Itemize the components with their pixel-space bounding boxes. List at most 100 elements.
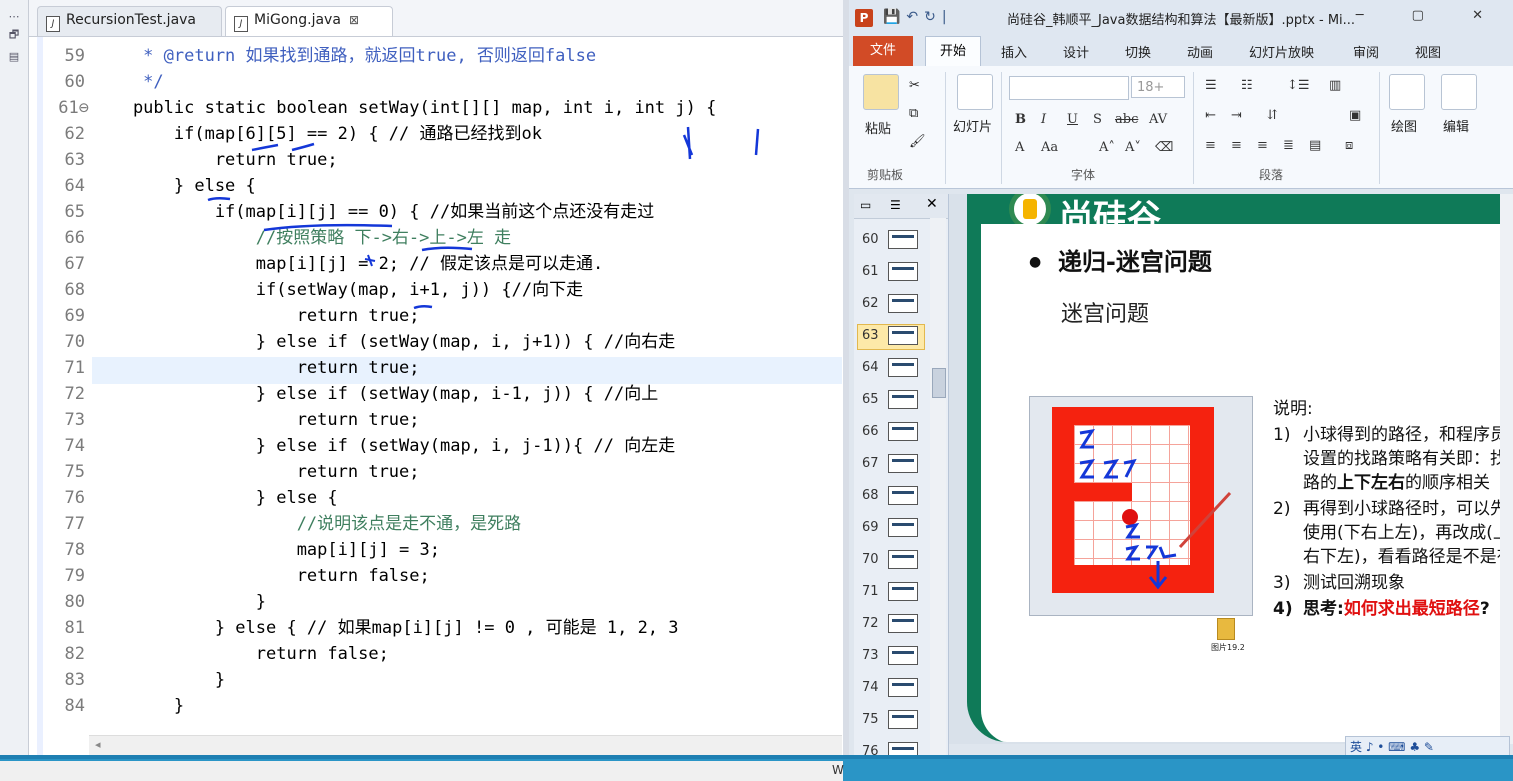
- slide-thumbnail[interactable]: [888, 230, 918, 249]
- slide-thumbnail[interactable]: [888, 390, 918, 409]
- slide-thumbnail[interactable]: [888, 582, 918, 601]
- line-number-fold[interactable]: 61⊖: [43, 98, 89, 118]
- close-panel-icon[interactable]: ✕: [926, 196, 938, 212]
- thumbnail-number[interactable]: 72: [862, 616, 879, 631]
- slide-thumbnail[interactable]: [888, 262, 918, 281]
- outline-view-icon[interactable]: ▤: [7, 50, 21, 64]
- code-editor[interactable]: * @return 如果找到通路，就返回true, 否则返回false */ p…: [92, 37, 842, 757]
- shrink-font-icon[interactable]: A˅: [1125, 140, 1141, 155]
- thumbnail-number[interactable]: 75: [862, 712, 879, 727]
- thumbnail-number[interactable]: 68: [862, 488, 879, 503]
- slide-thumbnail[interactable]: [888, 550, 918, 569]
- tab-slideshow[interactable]: 幻灯片放映: [1249, 42, 1314, 61]
- tab-recursiontest-java[interactable]: J RecursionTest.java: [37, 6, 222, 36]
- align-center-icon[interactable]: ≡: [1231, 138, 1242, 153]
- bold-icon[interactable]: B: [1015, 112, 1026, 127]
- shadow-icon[interactable]: S: [1093, 112, 1102, 127]
- slide-thumbnail[interactable]: [888, 294, 918, 313]
- tab-animations[interactable]: 动画: [1187, 42, 1213, 61]
- horizontal-scrollbar[interactable]: ◂: [89, 735, 842, 756]
- grow-font-icon[interactable]: A˄: [1099, 140, 1115, 155]
- font-size-select[interactable]: 18+: [1131, 76, 1185, 98]
- thumbnail-number[interactable]: 74: [862, 680, 879, 695]
- numbering-icon[interactable]: ☷: [1241, 78, 1253, 93]
- thumbnail-number[interactable]: 73: [862, 648, 879, 663]
- tab-review[interactable]: 审阅: [1353, 42, 1379, 61]
- slide-thumbnail[interactable]: [888, 358, 918, 377]
- restore-icon[interactable]: 🗗: [7, 28, 21, 42]
- drawing-icon[interactable]: [1389, 74, 1425, 110]
- cut-icon[interactable]: ✂: [909, 78, 920, 93]
- maze-screenshot[interactable]: [1029, 396, 1253, 616]
- decrease-indent-icon[interactable]: ⇤: [1205, 108, 1216, 123]
- current-slide[interactable]: 尚硅谷 ● 递归-迷宫问题 迷宫问题 说明: 1) 小球得到的路径，和程序员 设…: [967, 194, 1513, 742]
- thumbnail-number[interactable]: 60: [862, 232, 879, 247]
- slide-heading[interactable]: ● 递归-迷宫问题: [1029, 242, 1212, 277]
- tab-view[interactable]: 视图: [1415, 42, 1441, 61]
- thumbnail-number[interactable]: 71: [862, 584, 879, 599]
- slide-thumbnail[interactable]: [888, 678, 918, 697]
- clear-format-icon[interactable]: ⌫: [1155, 140, 1173, 155]
- thumbnail-number[interactable]: 69: [862, 520, 879, 535]
- slide-thumbnail[interactable]: [888, 454, 918, 473]
- ime-toolbar[interactable]: 英 ♪ • ⌨ ♣ ✎: [1345, 736, 1510, 756]
- thumbnail-scrollbar[interactable]: [930, 218, 946, 778]
- powerpoint-logo-icon[interactable]: P: [855, 9, 873, 27]
- copy-icon[interactable]: ⧉: [909, 106, 918, 121]
- align-text-icon[interactable]: ▣: [1349, 108, 1361, 123]
- editing-button[interactable]: 编辑: [1443, 116, 1469, 135]
- slide-thumbnail[interactable]: [888, 614, 918, 633]
- tab-design[interactable]: 设计: [1063, 42, 1089, 61]
- thumbnail-number[interactable]: 61: [862, 264, 879, 279]
- thumbnail-number[interactable]: 67: [862, 456, 879, 471]
- slide-subheading[interactable]: 迷宫问题: [1061, 296, 1149, 328]
- tab-close-icon[interactable]: ⊠: [349, 13, 359, 27]
- new-slide-button[interactable]: 幻灯片: [953, 116, 992, 135]
- distribute-icon[interactable]: ▤: [1309, 138, 1321, 153]
- change-case-icon[interactable]: Aa: [1041, 140, 1058, 155]
- font-color-icon[interactable]: A: [1015, 140, 1024, 155]
- scroll-thumb[interactable]: [932, 368, 946, 398]
- increase-indent-icon[interactable]: ⇥: [1231, 108, 1242, 123]
- align-left-icon[interactable]: ≡: [1205, 138, 1216, 153]
- char-spacing-icon[interactable]: AV: [1149, 112, 1167, 127]
- thumbnail-number[interactable]: 62: [862, 296, 879, 311]
- slide-thumbnail[interactable]: [888, 486, 918, 505]
- quick-access-toolbar[interactable]: 💾↶↻|: [883, 9, 953, 25]
- italic-icon[interactable]: I: [1041, 112, 1046, 127]
- line-spacing-icon[interactable]: ↕☰: [1287, 78, 1310, 93]
- slide-thumbnail[interactable]: [888, 710, 918, 729]
- drawing-button[interactable]: 绘图: [1391, 116, 1417, 135]
- thumbnail-number[interactable]: 66: [862, 424, 879, 439]
- format-painter-icon[interactable]: 🖌: [909, 134, 926, 149]
- underline-icon[interactable]: U: [1067, 112, 1078, 127]
- new-slide-icon[interactable]: [957, 74, 993, 110]
- columns-icon[interactable]: ▥: [1329, 78, 1341, 93]
- font-family-select[interactable]: [1009, 76, 1129, 100]
- slide-vertical-scrollbar[interactable]: [1500, 194, 1513, 744]
- tab-migong-java[interactable]: J MiGong.java ⊠: [225, 6, 393, 36]
- find-icon[interactable]: [1441, 74, 1477, 110]
- thumbnail-number[interactable]: 65: [862, 392, 879, 407]
- slide-thumbnail-selected[interactable]: [888, 326, 918, 345]
- thumbnail-number[interactable]: 70: [862, 552, 879, 567]
- scroll-left-icon[interactable]: ◂: [95, 738, 101, 751]
- text-direction-icon[interactable]: ⇵: [1267, 108, 1278, 123]
- justify-icon[interactable]: ≣: [1283, 138, 1294, 153]
- smartart-icon[interactable]: ⧈: [1345, 138, 1353, 153]
- thumbnail-number[interactable]: 63: [862, 328, 879, 343]
- strikethrough-icon[interactable]: abc: [1115, 112, 1138, 127]
- slides-view-icon[interactable]: ▭: [860, 198, 871, 212]
- slide-thumbnail[interactable]: [888, 422, 918, 441]
- slide-thumbnail[interactable]: [888, 518, 918, 537]
- paste-button[interactable]: 粘贴: [865, 118, 891, 137]
- align-right-icon[interactable]: ≡: [1257, 138, 1268, 153]
- tab-file[interactable]: 文件: [853, 36, 913, 66]
- slide-thumbnail[interactable]: [888, 646, 918, 665]
- paste-icon[interactable]: [863, 74, 899, 110]
- bullets-icon[interactable]: ☰: [1205, 78, 1217, 93]
- tab-transitions[interactable]: 切换: [1125, 42, 1151, 61]
- thumbnail-number[interactable]: 64: [862, 360, 879, 375]
- outline-view-icon[interactable]: ☰: [890, 198, 901, 212]
- file-attachment[interactable]: 图片19.2: [1211, 618, 1245, 652]
